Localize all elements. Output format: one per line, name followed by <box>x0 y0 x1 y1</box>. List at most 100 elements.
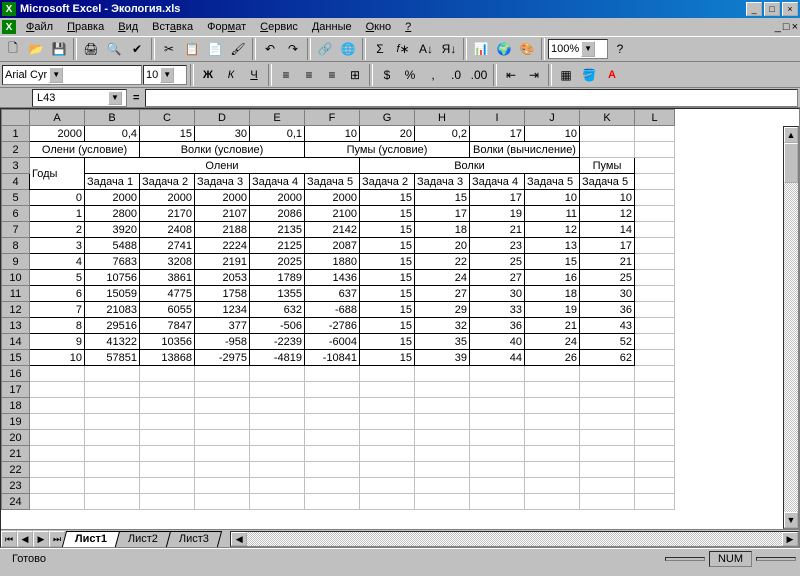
row-header[interactable]: 10 <box>2 270 30 286</box>
cell[interactable] <box>580 430 635 446</box>
col-header[interactable]: C <box>140 110 195 126</box>
col-header[interactable]: F <box>305 110 360 126</box>
copy-icon[interactable]: 📋 <box>181 38 203 60</box>
row-header[interactable]: 7 <box>2 222 30 238</box>
open-icon[interactable]: 📂 <box>25 38 47 60</box>
cell[interactable]: -10841 <box>305 350 360 366</box>
menu-file[interactable]: Файл <box>20 20 59 34</box>
percent-icon[interactable]: % <box>399 64 421 86</box>
cell[interactable]: Задача 4 <box>250 174 305 190</box>
cell[interactable]: 20 <box>415 238 470 254</box>
row-header[interactable]: 14 <box>2 334 30 350</box>
cell[interactable]: 1234 <box>195 302 250 318</box>
cell[interactable]: 15 <box>360 254 415 270</box>
col-header[interactable]: I <box>470 110 525 126</box>
cell[interactable] <box>85 430 140 446</box>
cell[interactable]: 44 <box>470 350 525 366</box>
cell[interactable]: 15 <box>360 222 415 238</box>
cell[interactable]: 2170 <box>140 206 195 222</box>
cell[interactable]: 1355 <box>250 286 305 302</box>
cell[interactable]: 2025 <box>250 254 305 270</box>
cell[interactable] <box>580 126 635 142</box>
row-header[interactable]: 9 <box>2 254 30 270</box>
cell[interactable]: Задача 1 <box>85 174 140 190</box>
cell[interactable] <box>580 398 635 414</box>
cell[interactable] <box>140 382 195 398</box>
cell[interactable] <box>635 382 675 398</box>
maximize-button[interactable]: □ <box>764 2 780 16</box>
cell[interactable]: 41322 <box>85 334 140 350</box>
cell[interactable]: 2191 <box>195 254 250 270</box>
cell[interactable] <box>580 446 635 462</box>
cell[interactable]: 2000 <box>30 126 85 142</box>
sort-desc-icon[interactable]: Я↓ <box>438 38 460 60</box>
cell[interactable]: 15 <box>360 270 415 286</box>
autosum-icon[interactable]: Σ <box>369 38 391 60</box>
row-header[interactable]: 23 <box>2 478 30 494</box>
row-header[interactable]: 12 <box>2 302 30 318</box>
cell[interactable] <box>470 446 525 462</box>
cell[interactable] <box>305 430 360 446</box>
cell[interactable] <box>250 446 305 462</box>
name-box[interactable]: L43▼ <box>32 89 127 107</box>
cell[interactable] <box>470 430 525 446</box>
cell[interactable]: 15059 <box>85 286 140 302</box>
cell[interactable] <box>140 414 195 430</box>
cell[interactable]: 2000 <box>305 190 360 206</box>
row-header[interactable]: 22 <box>2 462 30 478</box>
col-header[interactable]: B <box>85 110 140 126</box>
cell[interactable] <box>635 494 675 510</box>
dropdown-icon[interactable]: ▼ <box>108 91 122 105</box>
cell[interactable]: 2135 <box>250 222 305 238</box>
cell[interactable]: 632 <box>250 302 305 318</box>
cell[interactable]: 1880 <box>305 254 360 270</box>
cell[interactable]: 10 <box>525 126 580 142</box>
cell[interactable]: 30 <box>195 126 250 142</box>
fill-color-icon[interactable]: 🪣 <box>578 64 600 86</box>
cell[interactable] <box>360 478 415 494</box>
row-header[interactable]: 17 <box>2 382 30 398</box>
cell[interactable] <box>635 222 675 238</box>
cell[interactable]: 3920 <box>85 222 140 238</box>
chart-icon[interactable]: 📊 <box>470 38 492 60</box>
cell[interactable]: Волки (условие) <box>140 142 305 158</box>
cell[interactable] <box>360 462 415 478</box>
format-painter-icon[interactable]: 🖌 <box>227 38 249 60</box>
paste-icon[interactable]: 📄 <box>204 38 226 60</box>
cell[interactable] <box>305 446 360 462</box>
sort-asc-icon[interactable]: A↓ <box>415 38 437 60</box>
formula-equals[interactable]: = <box>133 92 139 104</box>
cell[interactable] <box>635 126 675 142</box>
row-header[interactable]: 1 <box>2 126 30 142</box>
cell[interactable] <box>30 398 85 414</box>
cell[interactable] <box>415 398 470 414</box>
cell[interactable] <box>305 382 360 398</box>
cell[interactable] <box>305 366 360 382</box>
web-icon[interactable]: 🌐 <box>337 38 359 60</box>
cell[interactable]: 15 <box>525 254 580 270</box>
cell[interactable] <box>30 366 85 382</box>
cell[interactable] <box>30 382 85 398</box>
col-header[interactable]: J <box>525 110 580 126</box>
row-header[interactable]: 20 <box>2 430 30 446</box>
cell[interactable]: 21083 <box>85 302 140 318</box>
cell[interactable] <box>525 430 580 446</box>
cell[interactable]: 15 <box>415 190 470 206</box>
cell[interactable] <box>580 478 635 494</box>
comma-icon[interactable]: , <box>422 64 444 86</box>
cell[interactable]: 40 <box>470 334 525 350</box>
cell[interactable] <box>635 478 675 494</box>
cell[interactable] <box>580 382 635 398</box>
cell[interactable] <box>360 446 415 462</box>
cell[interactable] <box>360 382 415 398</box>
cell[interactable]: 15 <box>140 126 195 142</box>
cell[interactable] <box>195 478 250 494</box>
cell[interactable]: 22 <box>415 254 470 270</box>
cell[interactable] <box>635 270 675 286</box>
cell[interactable]: Волки (вычисление) <box>470 142 580 158</box>
cell[interactable]: 52 <box>580 334 635 350</box>
cell[interactable] <box>635 142 675 158</box>
italic-icon[interactable]: К <box>220 64 242 86</box>
row-header[interactable]: 18 <box>2 398 30 414</box>
font-size-combo[interactable]: 10▼ <box>143 65 187 85</box>
